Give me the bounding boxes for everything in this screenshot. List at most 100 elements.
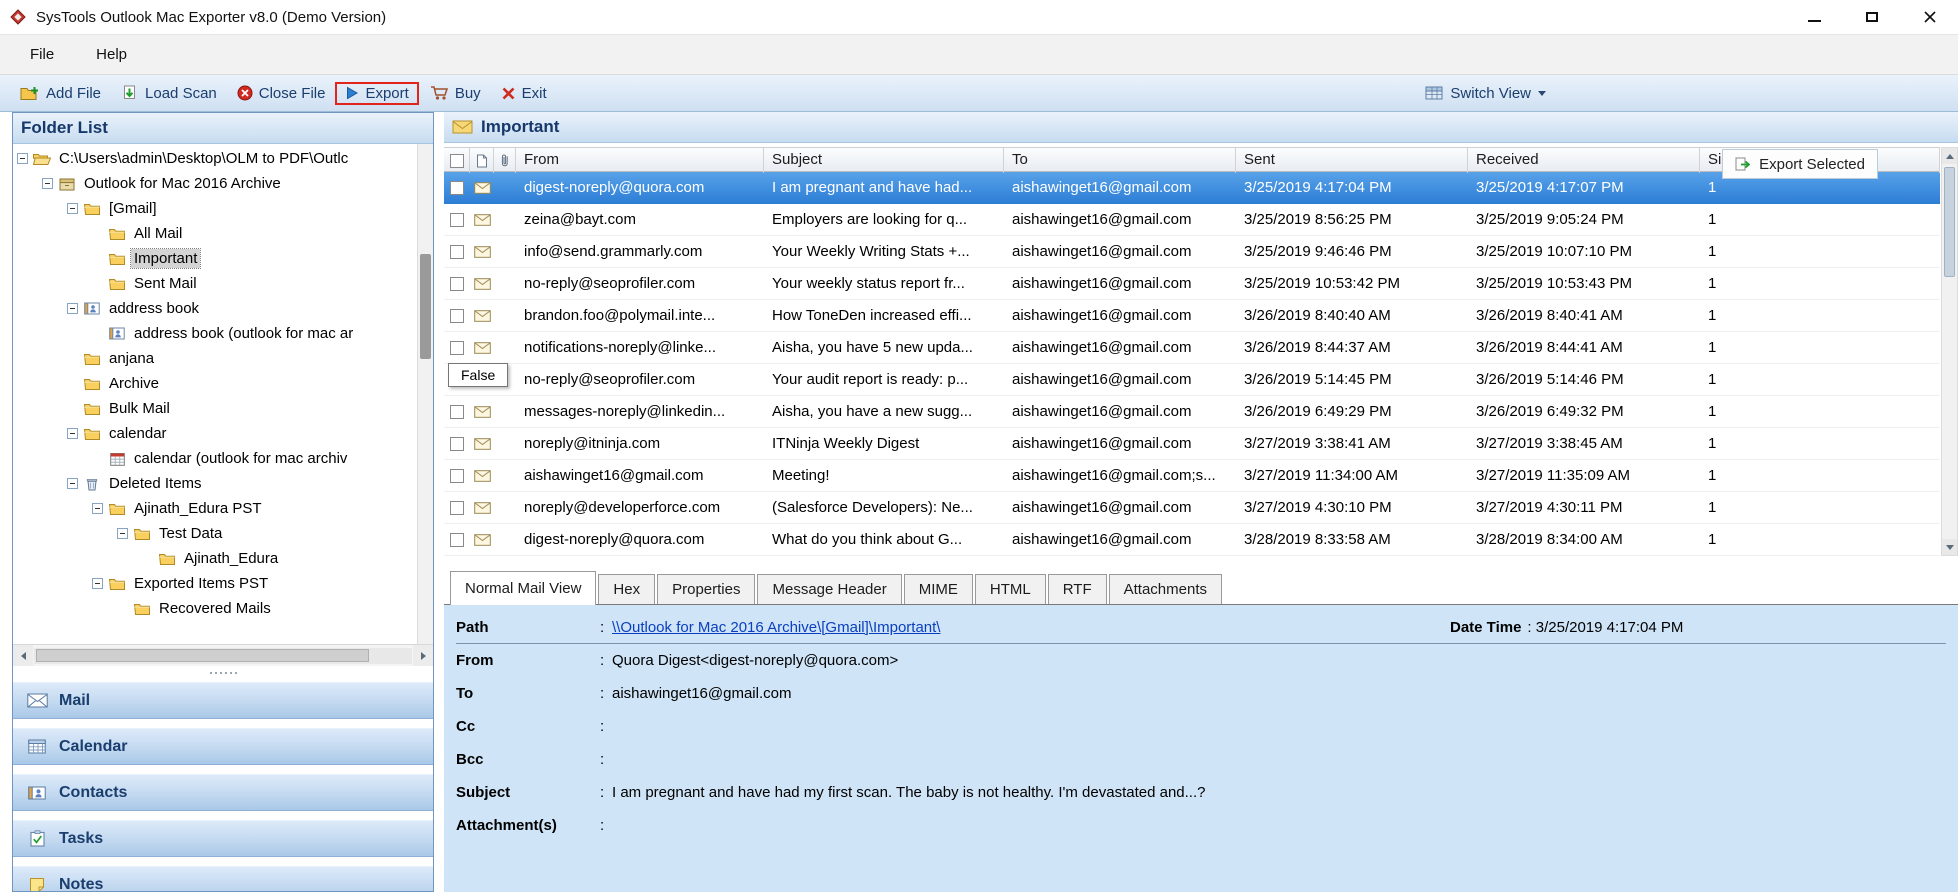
nav-item[interactable]: Tasks: [13, 820, 433, 857]
tree-item[interactable]: Ajinath_Edura: [13, 546, 415, 571]
tree-item[interactable]: Bulk Mail: [13, 396, 415, 421]
mail-row[interactable]: no-reply@seoprofiler.com Your audit repo…: [444, 364, 1940, 396]
column-header-sent[interactable]: Sent: [1236, 148, 1468, 173]
detail-tab[interactable]: HTML: [975, 574, 1046, 604]
tree-item[interactable]: Deleted Items: [13, 471, 415, 496]
toolbar-button[interactable]: Buy: [419, 82, 491, 105]
expander-icon[interactable]: [17, 153, 28, 164]
mail-row[interactable]: digest-noreply@quora.com What do you thi…: [444, 524, 1940, 556]
tree-item[interactable]: Important: [13, 246, 415, 271]
folder-icon: [83, 402, 101, 415]
select-all-header[interactable]: [444, 148, 470, 173]
tree-item[interactable]: Ajinath_Edura PST: [13, 496, 415, 521]
row-checkbox[interactable]: [450, 341, 464, 355]
column-header-from[interactable]: From: [516, 148, 764, 173]
mail-row[interactable]: aishawinget16@gmail.com Meeting! aishawi…: [444, 460, 1940, 492]
nav-item[interactable]: Mail: [13, 682, 433, 719]
close-button[interactable]: [1922, 9, 1938, 25]
document-column-header[interactable]: [470, 148, 494, 173]
toolbar-button[interactable]: Add File: [10, 82, 111, 105]
switch-view-button[interactable]: Switch View: [1415, 75, 1556, 111]
tree-horizontal-scrollbar[interactable]: [13, 644, 433, 666]
tree-item[interactable]: anjana: [13, 346, 415, 371]
column-header-subject[interactable]: Subject: [764, 148, 1004, 173]
row-checkbox[interactable]: [450, 437, 464, 451]
detail-tab[interactable]: Properties: [657, 574, 755, 604]
tree-vertical-scrollbar[interactable]: [417, 144, 433, 644]
nav-item[interactable]: Notes: [13, 866, 433, 891]
tree-item[interactable]: [Gmail]: [13, 196, 415, 221]
tree-item[interactable]: C:\Users\admin\Desktop\OLM to PDF\Outlc: [13, 146, 415, 171]
detail-tab[interactable]: Normal Mail View: [450, 571, 596, 605]
detail-tab[interactable]: Hex: [598, 574, 655, 604]
expander-icon[interactable]: [117, 528, 128, 539]
mail-row[interactable]: info@send.grammarly.com Your Weekly Writ…: [444, 236, 1940, 268]
menu-item[interactable]: File: [22, 42, 62, 67]
row-checkbox[interactable]: [450, 277, 464, 291]
scroll-left-button[interactable]: [13, 645, 33, 666]
expander-icon[interactable]: [92, 578, 103, 589]
row-checkbox[interactable]: [450, 405, 464, 419]
mail-row[interactable]: messages-noreply@linkedin... Aisha, you …: [444, 396, 1940, 428]
row-checkbox[interactable]: [450, 533, 464, 547]
mail-vertical-scrollbar[interactable]: [1941, 147, 1958, 556]
tree-item[interactable]: Sent Mail: [13, 271, 415, 296]
toolbar-button[interactable]: Load Scan: [111, 82, 227, 105]
scrollbar-thumb[interactable]: [420, 254, 431, 359]
column-header-received[interactable]: Received: [1468, 148, 1700, 173]
scroll-right-button[interactable]: [413, 645, 433, 666]
toolbar-button[interactable]: Close File: [227, 82, 336, 105]
minimize-button[interactable]: [1806, 9, 1822, 25]
row-checkbox[interactable]: [450, 213, 464, 227]
detail-tab[interactable]: RTF: [1048, 574, 1107, 604]
detail-tab[interactable]: Message Header: [757, 574, 901, 604]
attachment-column-header[interactable]: [494, 148, 516, 173]
scroll-up-button[interactable]: [1942, 148, 1957, 164]
detail-field-row: Bcc :: [456, 743, 1958, 776]
detail-tab[interactable]: Attachments: [1109, 574, 1222, 604]
toolbar-button[interactable]: Exit: [491, 82, 557, 105]
mail-row[interactable]: brandon.foo@polymail.inte... How ToneDen…: [444, 300, 1940, 332]
row-checkbox[interactable]: [450, 469, 464, 483]
scrollbar-thumb[interactable]: [1944, 167, 1955, 277]
expander-icon[interactable]: [42, 178, 53, 189]
tree-item[interactable]: Test Data: [13, 521, 415, 546]
menu-item[interactable]: Help: [88, 42, 135, 67]
tree-item[interactable]: Exported Items PST: [13, 571, 415, 596]
select-all-checkbox[interactable]: [450, 154, 464, 168]
toolbar-button[interactable]: Export: [335, 82, 418, 105]
expander-icon[interactable]: [92, 503, 103, 514]
row-checkbox[interactable]: [450, 501, 464, 515]
tree-item[interactable]: address book: [13, 296, 415, 321]
row-checkbox[interactable]: [450, 181, 464, 195]
column-header-to[interactable]: To: [1004, 148, 1236, 173]
expander-icon[interactable]: [67, 203, 78, 214]
row-checkbox[interactable]: [450, 309, 464, 323]
tree-item[interactable]: calendar: [13, 421, 415, 446]
nav-item[interactable]: Calendar: [13, 728, 433, 765]
mail-row[interactable]: noreply@itninja.com ITNinja Weekly Diges…: [444, 428, 1940, 460]
mail-row[interactable]: zeina@bayt.com Employers are looking for…: [444, 204, 1940, 236]
tree-item[interactable]: address book (outlook for mac ar: [13, 321, 415, 346]
mail-row[interactable]: notifications-noreply@linke... Aisha, yo…: [444, 332, 1940, 364]
expander-icon[interactable]: [67, 478, 78, 489]
expander-icon[interactable]: [67, 303, 78, 314]
mail-row[interactable]: digest-noreply@quora.com I am pregnant a…: [444, 172, 1940, 204]
nav-item[interactable]: Contacts: [13, 774, 433, 811]
tree-item[interactable]: All Mail: [13, 221, 415, 246]
tree-item[interactable]: Recovered Mails: [13, 596, 415, 621]
maximize-button[interactable]: [1864, 9, 1880, 25]
tree-item[interactable]: calendar (outlook for mac archiv: [13, 446, 415, 471]
row-checkbox[interactable]: [450, 245, 464, 259]
expander-icon[interactable]: [67, 428, 78, 439]
tree-item[interactable]: Archive: [13, 371, 415, 396]
mail-row[interactable]: no-reply@seoprofiler.com Your weekly sta…: [444, 268, 1940, 300]
detail-tab[interactable]: MIME: [904, 574, 973, 604]
splitter-gripper[interactable]: [13, 666, 433, 680]
mail-row[interactable]: noreply@developerforce.com (Salesforce D…: [444, 492, 1940, 524]
export-selected-button[interactable]: Export Selected: [1722, 149, 1878, 179]
path-link[interactable]: \\Outlook for Mac 2016 Archive\[Gmail]\I…: [612, 619, 950, 636]
scroll-down-button[interactable]: [1942, 539, 1957, 555]
tree-item[interactable]: Outlook for Mac 2016 Archive: [13, 171, 415, 196]
scrollbar-thumb[interactable]: [36, 649, 369, 662]
